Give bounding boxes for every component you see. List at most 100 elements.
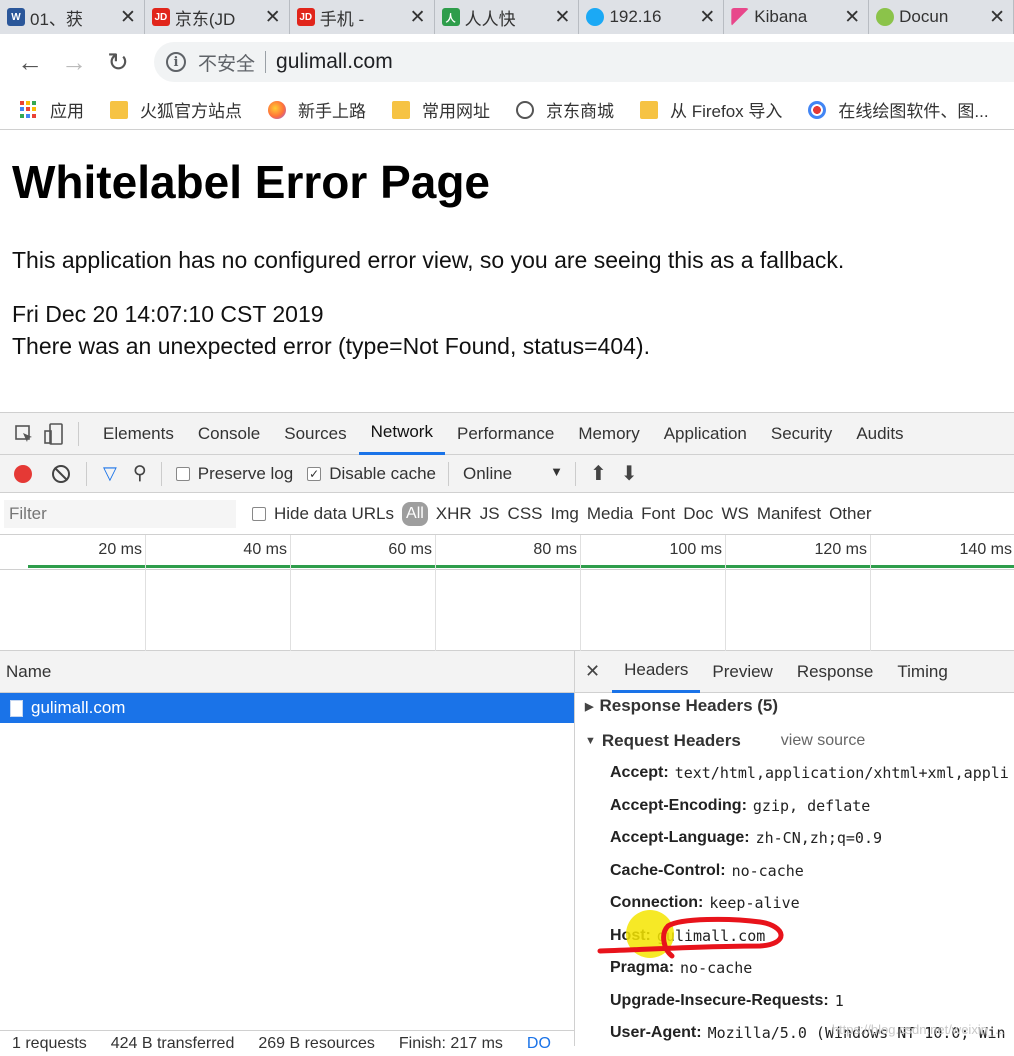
preserve-log-checkbox[interactable]: Preserve log bbox=[176, 464, 293, 484]
header-name: Connection: bbox=[610, 894, 703, 912]
devtools-tab-console[interactable]: Console bbox=[186, 413, 272, 455]
export-har-icon[interactable]: ⬇ bbox=[621, 461, 638, 486]
browser-tab[interactable]: JD京东(JD✕ bbox=[145, 0, 290, 34]
collapsed-triangle-icon: ▶ bbox=[585, 700, 593, 713]
browser-tab[interactable]: JD手机 -✕ bbox=[290, 0, 435, 34]
bookmark-item[interactable]: 京东商城 bbox=[516, 97, 614, 122]
view-source-link[interactable]: view source bbox=[781, 732, 865, 750]
devtools-tab-security[interactable]: Security bbox=[759, 413, 844, 455]
browser-tab[interactable]: Kibana✕ bbox=[724, 0, 869, 34]
spring-icon bbox=[876, 8, 894, 26]
bookmark-label: 在线绘图软件、图... bbox=[838, 97, 988, 122]
timeline-overview[interactable]: 20 ms40 ms60 ms80 ms100 ms120 ms140 ms bbox=[0, 535, 1014, 651]
filter-type-img[interactable]: Img bbox=[551, 504, 579, 524]
header-name: Pragma: bbox=[610, 959, 674, 977]
detail-tab-headers[interactable]: Headers bbox=[612, 651, 700, 693]
filter-type-css[interactable]: CSS bbox=[508, 504, 543, 524]
devtools-tab-memory[interactable]: Memory bbox=[566, 413, 651, 455]
checkbox-box[interactable] bbox=[252, 507, 266, 521]
hide-data-urls-label: Hide data URLs bbox=[274, 504, 394, 524]
timeline-tick-label: 140 ms bbox=[960, 541, 1012, 559]
detail-tab-timing[interactable]: Timing bbox=[885, 651, 959, 693]
filter-type-doc[interactable]: Doc bbox=[683, 504, 713, 524]
filter-type-js[interactable]: JS bbox=[480, 504, 500, 524]
filter-type-manifest[interactable]: Manifest bbox=[757, 504, 821, 524]
folder-icon bbox=[392, 101, 410, 119]
bookmark-item[interactable]: 从 Firefox 导入 bbox=[640, 97, 782, 122]
filter-type-ws[interactable]: WS bbox=[721, 504, 748, 524]
checkbox-checked-icon[interactable]: ✓ bbox=[307, 467, 321, 481]
url-text[interactable]: gulimall.com bbox=[276, 50, 393, 74]
page-content: Whitelabel Error Page This application h… bbox=[12, 150, 1002, 362]
processon-icon bbox=[808, 101, 826, 119]
info-icon[interactable]: i bbox=[166, 52, 186, 72]
address-bar[interactable]: i 不安全 gulimall.com bbox=[154, 42, 1014, 82]
bookmark-item[interactable]: 火狐官方站点 bbox=[110, 97, 242, 122]
record-icon[interactable] bbox=[14, 465, 32, 483]
timeline-ruler bbox=[0, 569, 1014, 570]
header-name: Upgrade-Insecure-Requests: bbox=[610, 992, 829, 1010]
devtools-tab-network[interactable]: Network bbox=[359, 413, 445, 455]
firefox-icon bbox=[268, 101, 286, 119]
search-icon[interactable]: ⚲ bbox=[133, 462, 147, 485]
throttling-select[interactable]: Online ▼ bbox=[463, 464, 563, 484]
filter-type-media[interactable]: Media bbox=[587, 504, 633, 524]
close-icon[interactable]: ✕ bbox=[585, 661, 600, 682]
kibana-icon bbox=[731, 8, 749, 26]
filter-type-xhr[interactable]: XHR bbox=[436, 504, 472, 524]
filter-type-font[interactable]: Font bbox=[641, 504, 675, 524]
disable-cache-checkbox[interactable]: ✓ Disable cache bbox=[307, 464, 436, 484]
detail-tab-response[interactable]: Response bbox=[785, 651, 886, 693]
timeline-tick: 60 ms bbox=[435, 535, 436, 651]
bookmark-item[interactable]: 在线绘图软件、图... bbox=[808, 97, 988, 122]
close-tab-icon[interactable]: ✕ bbox=[551, 6, 571, 29]
filter-type-all[interactable]: All bbox=[402, 502, 428, 526]
filter-type-other[interactable]: Other bbox=[829, 504, 872, 524]
close-tab-icon[interactable]: ✕ bbox=[985, 6, 1005, 29]
devtools-tab-elements[interactable]: Elements bbox=[91, 413, 186, 455]
devtools-tab-sources[interactable]: Sources bbox=[272, 413, 358, 455]
browser-tab[interactable]: Docun✕ bbox=[869, 0, 1014, 34]
back-icon[interactable]: ← bbox=[8, 40, 52, 84]
close-tab-icon[interactable]: ✕ bbox=[406, 6, 426, 29]
browser-tab[interactable]: 人人人快✕ bbox=[435, 0, 580, 34]
bookmark-item[interactable]: 常用网址 bbox=[392, 97, 490, 122]
devtools-tab-performance[interactable]: Performance bbox=[445, 413, 566, 455]
devtools-tab-audits[interactable]: Audits bbox=[844, 413, 915, 455]
bookmark-label: 火狐官方站点 bbox=[140, 97, 242, 122]
timeline-tick: 120 ms bbox=[870, 535, 871, 651]
bookmark-label: 京东商城 bbox=[546, 97, 614, 122]
close-tab-icon[interactable]: ✕ bbox=[695, 6, 715, 29]
bookmark-item[interactable]: 应用 bbox=[20, 97, 84, 122]
request-header-row: Accept-Encoding:gzip, deflate bbox=[610, 790, 1014, 823]
inspect-element-icon[interactable] bbox=[12, 422, 36, 446]
close-tab-icon[interactable]: ✕ bbox=[116, 6, 136, 29]
response-headers-section[interactable]: ▶ Response Headers (5) bbox=[585, 693, 1014, 719]
devtools-tab-application[interactable]: Application bbox=[652, 413, 759, 455]
timeline-tick: 20 ms bbox=[145, 535, 146, 651]
name-column-header[interactable]: Name bbox=[0, 651, 574, 693]
close-tab-icon[interactable]: ✕ bbox=[261, 6, 281, 29]
request-headers-section[interactable]: ▼ Request Headers view source bbox=[585, 725, 1014, 757]
filter-input[interactable] bbox=[4, 500, 236, 528]
browser-tab[interactable]: W01、获✕ bbox=[0, 0, 145, 34]
timeline-tick-label: 40 ms bbox=[243, 541, 287, 559]
browser-toolbar: ← → ↻ i 不安全 gulimall.com bbox=[0, 34, 1014, 90]
browser-tab[interactable]: 192.16✕ bbox=[579, 0, 724, 34]
clear-icon[interactable] bbox=[52, 465, 70, 483]
hide-data-urls-checkbox[interactable]: Hide data URLs bbox=[252, 504, 394, 524]
filter-icon[interactable]: ▽ bbox=[103, 463, 117, 484]
checkbox-box[interactable] bbox=[176, 467, 190, 481]
bookmark-item[interactable]: 新手上路 bbox=[268, 97, 366, 122]
import-har-icon[interactable]: ⬆ bbox=[590, 461, 607, 486]
forward-icon[interactable]: → bbox=[52, 40, 96, 84]
reload-icon[interactable]: ↻ bbox=[96, 40, 140, 84]
document-icon bbox=[10, 700, 23, 717]
header-name: Accept-Language: bbox=[610, 829, 750, 847]
detail-tab-preview[interactable]: Preview bbox=[700, 651, 784, 693]
request-headers-label: Request Headers bbox=[602, 731, 741, 751]
device-toolbar-icon[interactable] bbox=[42, 422, 66, 446]
close-tab-icon[interactable]: ✕ bbox=[840, 6, 860, 29]
security-label[interactable]: 不安全 bbox=[198, 49, 255, 76]
request-row[interactable]: gulimall.com bbox=[0, 693, 574, 723]
